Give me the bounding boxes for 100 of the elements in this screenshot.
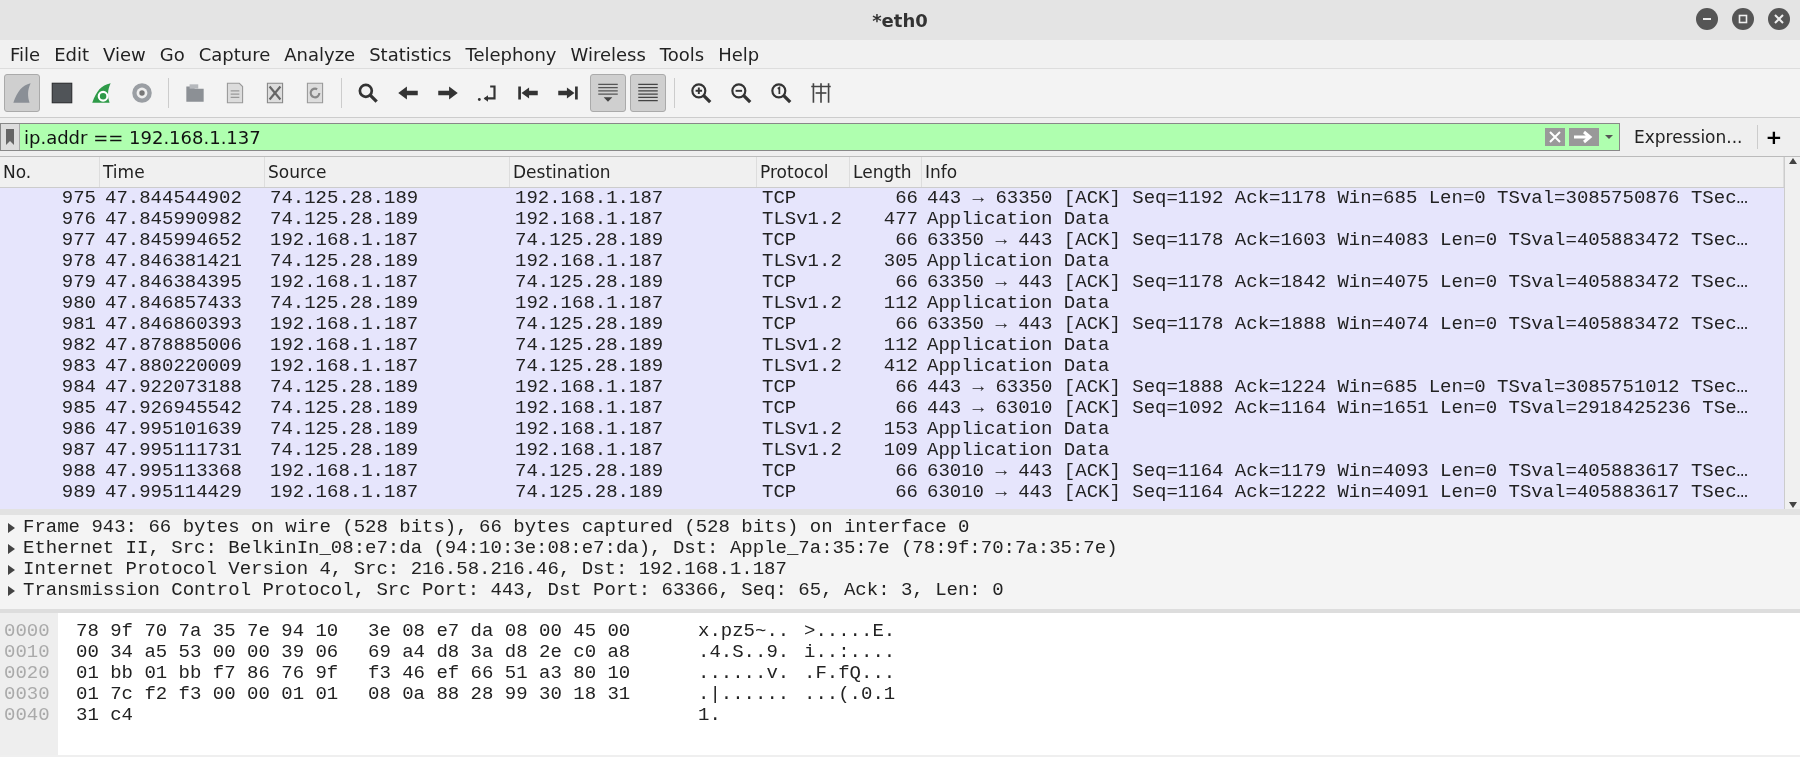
hex-bytes: 00 34 a5 53 00 00 39 06 bbox=[76, 641, 339, 663]
table-cell-text: 47.846857433 bbox=[104, 293, 243, 314]
table-cell-text: 74.125.28.189 bbox=[269, 251, 420, 272]
offset-label: 0030 bbox=[3, 684, 50, 705]
toolbar-button[interactable] bbox=[590, 74, 626, 112]
table-cell-text: TCP bbox=[761, 461, 798, 482]
scroll-up-icon[interactable] bbox=[1787, 157, 1798, 165]
table-cell-text: 978 bbox=[60, 251, 97, 272]
menu-item[interactable]: Help bbox=[712, 43, 768, 65]
table-cell-text: 74.125.28.189 bbox=[514, 272, 665, 293]
ascii-bytes: i..:.... bbox=[804, 641, 896, 663]
tree-item[interactable]: Frame 943: 66 bytes on wire (528 bits), 66 bytes captured (528 bits) on interface 0 bbox=[23, 517, 970, 538]
column-header[interactable]: Time bbox=[100, 157, 265, 187]
hex-bytes: 08 0a 88 28 99 30 18 31 bbox=[368, 683, 631, 705]
ascii-bytes: 1. bbox=[698, 704, 721, 726]
table-cell-text: Application Data bbox=[926, 440, 1111, 461]
table-cell-text: 192.168.1.187 bbox=[269, 272, 420, 293]
table-cell-text: TCP bbox=[761, 314, 798, 335]
table-cell-text: 47.880220009 bbox=[104, 356, 243, 377]
expression-button[interactable]: Expression... bbox=[1628, 127, 1749, 147]
minimize-button[interactable] bbox=[1696, 8, 1718, 30]
table-cell-text: 47.878885006 bbox=[104, 335, 243, 356]
table-cell-text: 74.125.28.189 bbox=[269, 440, 420, 461]
table-cell-text: 192.168.1.187 bbox=[269, 230, 420, 251]
table-cell-text: 981 bbox=[60, 314, 97, 335]
offset-label: 0000 bbox=[3, 621, 50, 642]
table-cell-text: 74.125.28.189 bbox=[514, 230, 665, 251]
column-header[interactable]: Destination bbox=[510, 157, 757, 187]
resize-columns-icon bbox=[808, 80, 834, 106]
table-cell-text: Application Data bbox=[926, 209, 1111, 230]
menu-item[interactable]: Go bbox=[153, 43, 193, 65]
table-cell-text: 63350 → 443 [ACK] Seq=1178 Ack=1842 Win=4075 Len=0 TSval=405883472 TSec… bbox=[926, 272, 1749, 293]
table-cell-text: 412 bbox=[882, 356, 919, 377]
table-cell-text: 66 bbox=[894, 482, 919, 503]
menu-item[interactable]: Analyze bbox=[278, 43, 364, 65]
stop-icon bbox=[49, 80, 75, 106]
menu-item[interactable]: View bbox=[97, 43, 154, 65]
menu-item[interactable]: Tools bbox=[653, 43, 713, 65]
table-cell-text: 977 bbox=[60, 230, 97, 251]
table-cell-text: TCP bbox=[761, 482, 798, 503]
table-cell-text: 47.926945542 bbox=[104, 398, 243, 419]
tree-item[interactable]: Ethernet II, Src: BelkinIn_08:e7:da (94:10:3e:08:e7:da), Dst: Apple_7a:35:7e (78:9f:70:7a:35:7e) bbox=[23, 538, 1118, 559]
table-cell-text: 989 bbox=[60, 482, 97, 503]
menu-item[interactable]: Capture bbox=[192, 43, 279, 65]
zoom-reset-icon bbox=[768, 80, 794, 106]
table-cell-text: 192.168.1.187 bbox=[514, 398, 665, 419]
scrollbar[interactable] bbox=[1784, 157, 1800, 509]
table-cell-text: 63350 → 443 [ACK] Seq=1178 Ack=1888 Win=4074 Len=0 TSval=405883472 TSec… bbox=[926, 314, 1749, 335]
table-cell-text: 192.168.1.187 bbox=[269, 356, 420, 377]
table-cell-text: TCP bbox=[761, 188, 798, 209]
table-cell-text: 192.168.1.187 bbox=[269, 335, 420, 356]
table-cell-text: 192.168.1.187 bbox=[514, 251, 665, 272]
column-header[interactable]: Source bbox=[265, 157, 510, 187]
table-cell-text: 443 → 63350 [ACK] Seq=1192 Ack=1178 Win=685 Len=0 TSval=3085750876 TSec… bbox=[926, 188, 1749, 209]
table-cell-text: 443 → 63350 [ACK] Seq=1888 Ack=1224 Win=685 Len=0 TSval=3085751012 TSec… bbox=[926, 377, 1749, 398]
column-header[interactable]: Protocol bbox=[757, 157, 850, 187]
display-filter-field[interactable]: ip.addr == 192.168.1.137 bbox=[20, 126, 1545, 148]
table-cell-text: 192.168.1.187 bbox=[514, 377, 665, 398]
menu-item[interactable]: Statistics bbox=[363, 43, 460, 65]
table-cell-text: 47.995111731 bbox=[104, 440, 243, 461]
menu-item[interactable]: Telephony bbox=[459, 43, 565, 65]
table-cell-text: 975 bbox=[60, 188, 97, 209]
add-button[interactable]: + bbox=[1756, 125, 1791, 149]
window-title: *eth0 bbox=[872, 9, 928, 31]
table-cell-text: TLSv1.2 bbox=[761, 251, 843, 272]
expand-arrow-icon[interactable] bbox=[8, 585, 15, 596]
maximize-button[interactable] bbox=[1732, 8, 1754, 30]
table-cell-text: 153 bbox=[882, 419, 919, 440]
table-cell-text: 987 bbox=[60, 440, 97, 461]
clear-icon[interactable] bbox=[1545, 128, 1565, 146]
close-button[interactable] bbox=[1768, 8, 1790, 30]
menu-item[interactable]: Wireless bbox=[564, 43, 654, 65]
ascii-bytes: .F.fQ... bbox=[804, 662, 896, 684]
table-cell-text: TLSv1.2 bbox=[761, 293, 843, 314]
column-header[interactable]: Length bbox=[850, 157, 922, 187]
table-cell-text: 112 bbox=[882, 293, 919, 314]
expand-arrow-icon[interactable] bbox=[8, 543, 15, 554]
filter-field[interactable]: ip.addr == 192.168.1.137 bbox=[0, 123, 1620, 151]
toolbar-button[interactable] bbox=[630, 74, 666, 112]
table-cell-text: 192.168.1.187 bbox=[269, 461, 420, 482]
table-cell-text: TCP bbox=[761, 230, 798, 251]
menu-item[interactable]: Edit bbox=[48, 43, 97, 65]
maximize-icon bbox=[1738, 14, 1748, 24]
column-header[interactable]: No. bbox=[0, 157, 100, 187]
table-cell-text: 47.845990982 bbox=[104, 209, 243, 230]
expand-arrow-icon[interactable] bbox=[8, 564, 15, 575]
hex-bytes: 31 c4 bbox=[76, 704, 133, 726]
expand-arrow-icon[interactable] bbox=[8, 522, 15, 533]
table-cell-text: 74.125.28.189 bbox=[514, 482, 665, 503]
tree-item[interactable]: Internet Protocol Version 4, Src: 216.58.216.46, Dst: 192.168.1.187 bbox=[23, 559, 787, 580]
table-cell-text: 192.168.1.187 bbox=[269, 482, 420, 503]
menu-item[interactable]: File bbox=[4, 43, 49, 65]
table-cell-text: 47.844544902 bbox=[104, 188, 243, 209]
table-cell-text: 47.922073188 bbox=[104, 377, 243, 398]
table-cell-text: 112 bbox=[882, 335, 919, 356]
table-cell-text: 443 → 63010 [ACK] Seq=1092 Ack=1164 Win=1651 Len=0 TSval=2918425236 TSe… bbox=[926, 398, 1749, 419]
hex-bytes: 01 bb 01 bb f7 86 76 9f bbox=[76, 662, 339, 684]
tree-item[interactable]: Transmission Control Protocol, Src Port: 443, Dst Port: 63366, Seq: 65, Ack: 3, Len: 0 bbox=[23, 580, 1004, 601]
table-cell-text: Application Data bbox=[926, 356, 1111, 377]
table-cell-text: 47.845994652 bbox=[104, 230, 243, 251]
